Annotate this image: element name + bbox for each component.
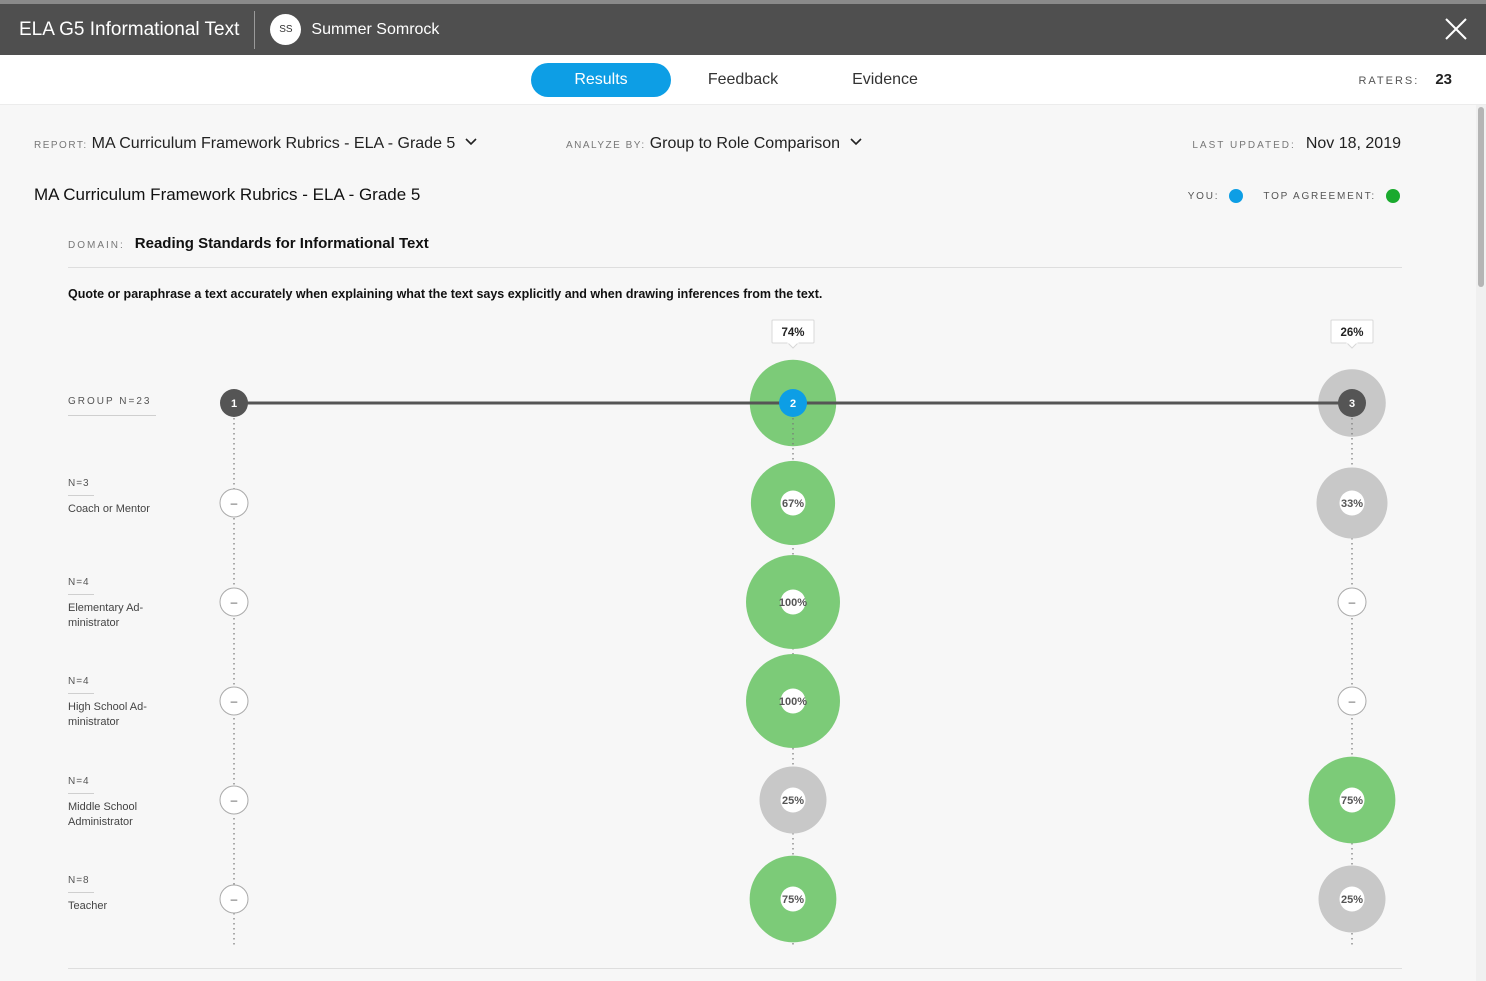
tab-evidence[interactable]: Evidence bbox=[830, 63, 940, 97]
role-bubble-label: 100% bbox=[779, 696, 807, 708]
empty-marker-label: – bbox=[1349, 595, 1356, 609]
role-bubble-label: 75% bbox=[1341, 795, 1363, 807]
role-bubble-label: 100% bbox=[779, 597, 807, 609]
percent-callout-label: 26% bbox=[1340, 327, 1363, 339]
percent-callout-tip bbox=[786, 342, 800, 349]
empty-marker-label: – bbox=[1349, 694, 1356, 708]
percent-callout-label: 74% bbox=[781, 327, 804, 339]
raters-label: RATERS: bbox=[1358, 75, 1420, 87]
empty-marker-label: – bbox=[231, 892, 238, 906]
empty-marker-label: – bbox=[231, 496, 238, 510]
tab-feedback[interactable]: Feedback bbox=[688, 63, 798, 97]
raters-count: RATERS: 23 bbox=[1358, 71, 1452, 88]
role-bubble-label: 33% bbox=[1341, 498, 1363, 510]
close-icon[interactable] bbox=[1444, 17, 1468, 41]
level-number: 3 bbox=[1349, 398, 1355, 410]
title-bar: ELA G5 Informational Text SS Summer Somr… bbox=[0, 0, 1486, 55]
tab-results[interactable]: Results bbox=[531, 63, 671, 97]
level-number: 1 bbox=[231, 398, 237, 410]
user-name[interactable]: Summer Somrock bbox=[311, 21, 439, 39]
role-bubble-label: 67% bbox=[782, 498, 804, 510]
percent-callout-tip-cover bbox=[1346, 341, 1358, 344]
bottom-divider bbox=[68, 968, 1402, 969]
title-divider bbox=[254, 10, 256, 49]
empty-marker-label: – bbox=[231, 595, 238, 609]
app-title: ELA G5 Informational Text bbox=[19, 18, 240, 40]
scrollbar-thumb[interactable] bbox=[1478, 107, 1484, 287]
empty-marker-label: – bbox=[231, 793, 238, 807]
level-number: 2 bbox=[790, 398, 796, 410]
agreement-chart: 1 2 3 74% 26% – 67% 33% – 100% – – 100% – – 25% 75% – 75% 2… bbox=[219, 319, 1396, 945]
role-bubble-label: 25% bbox=[1341, 894, 1363, 906]
raters-value: 23 bbox=[1435, 71, 1452, 88]
percent-callout-tip-cover bbox=[787, 341, 799, 344]
tab-bar: Results Feedback Evidence RATERS: 23 bbox=[0, 55, 1486, 105]
percent-callout-tip bbox=[1345, 342, 1359, 349]
role-bubble-label: 25% bbox=[782, 795, 804, 807]
empty-marker-label: – bbox=[231, 694, 238, 708]
avatar[interactable]: SS bbox=[270, 14, 302, 45]
scrollbar[interactable] bbox=[1476, 105, 1486, 981]
role-bubble-label: 75% bbox=[782, 894, 804, 906]
main-content: REPORT: MA Curriculum Framework Rubrics … bbox=[0, 105, 1476, 981]
